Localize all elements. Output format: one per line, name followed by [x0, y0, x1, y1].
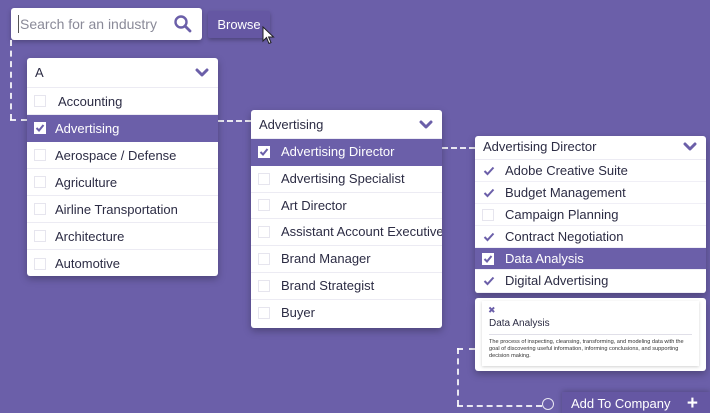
skill-item-campaign-planning[interactable]: Campaign Planning: [475, 204, 706, 227]
chevron-down-icon[interactable]: [195, 68, 209, 78]
connector-line: [457, 405, 542, 407]
role-item-label: Art Director: [281, 197, 347, 213]
role-item-advertising-specialist[interactable]: Advertising Specialist: [251, 166, 442, 193]
skill-item-data-analysis[interactable]: Data Analysis: [475, 248, 706, 271]
industry-item-label: Airline Transportation: [55, 202, 178, 217]
role-item-assistant-account-executive[interactable]: Assistant Account Executive: [251, 219, 442, 247]
checkbox[interactable]: [482, 208, 494, 221]
industry-item-agriculture[interactable]: Agriculture: [27, 169, 218, 196]
role-item-label: Advertising Specialist: [281, 170, 405, 186]
chevron-down-icon[interactable]: [683, 142, 697, 152]
industry-item-label: Architecture: [55, 229, 125, 244]
checkbox[interactable]: [34, 149, 46, 161]
divider: [489, 334, 692, 335]
role-dropdown-header[interactable]: Advertising: [251, 110, 442, 139]
role-item-label: Buyer: [281, 304, 315, 320]
skill-item-adobe-creative-suite[interactable]: Adobe Creative Suite: [475, 160, 706, 183]
browse-button[interactable]: Browse: [208, 11, 270, 38]
skill-dropdown: Advertising Director Adobe Creative Suit…: [475, 136, 706, 293]
skill-detail-title: Data Analysis: [489, 318, 550, 329]
checkbox[interactable]: [34, 95, 46, 107]
skill-item-label: Contract Negotiation: [505, 229, 624, 245]
skill-item-label: Data Analysis: [505, 251, 584, 267]
checkmark-icon[interactable]: [483, 166, 495, 176]
skill-dropdown-header[interactable]: Advertising Director: [475, 136, 706, 160]
checkbox[interactable]: [34, 122, 46, 134]
skill-item-digital-advertising[interactable]: Digital Advertising: [475, 270, 706, 293]
role-item-brand-strategist[interactable]: Brand Strategist: [251, 273, 442, 300]
checkmark-icon: [259, 148, 269, 156]
skill-item-contract-negotiation[interactable]: Contract Negotiation: [475, 226, 706, 249]
checkbox[interactable]: [258, 307, 270, 320]
add-to-company-label: Add To Company: [571, 396, 671, 411]
skill-item-label: Adobe Creative Suite: [505, 163, 628, 178]
role-dropdown: Advertising Advertising Director Adverti…: [251, 110, 442, 328]
checkmark-icon[interactable]: [483, 188, 495, 198]
connector-line: [10, 40, 12, 120]
checkmark-icon[interactable]: [483, 276, 495, 286]
industry-dropdown-header[interactable]: A: [27, 58, 218, 88]
skill-item-budget-management[interactable]: Budget Management: [475, 182, 706, 205]
checkbox[interactable]: [482, 252, 494, 265]
chevron-down-icon[interactable]: [419, 120, 433, 130]
connector-line: [457, 348, 475, 350]
checkbox[interactable]: [34, 203, 46, 215]
checkbox[interactable]: [258, 145, 270, 158]
checkmark-icon: [35, 124, 45, 132]
add-to-company-button[interactable]: Add To Company +: [562, 392, 710, 413]
role-dropdown-title: Advertising: [259, 117, 324, 132]
mouse-cursor-icon: [262, 26, 275, 45]
skill-detail-description: The process of inspecting, cleansing, tr…: [489, 339, 684, 359]
checkbox[interactable]: [258, 279, 270, 292]
checkbox[interactable]: [258, 199, 270, 212]
role-item-art-director[interactable]: Art Director: [251, 193, 442, 220]
industry-item-accounting[interactable]: Accounting: [27, 88, 218, 115]
industry-item-label: Aerospace / Defense: [55, 148, 177, 163]
skill-detail-card: ✖ Data Analysis The process of inspectin…: [475, 298, 706, 371]
checkbox[interactable]: [258, 172, 270, 185]
plus-icon: +: [686, 393, 698, 413]
checkbox[interactable]: [258, 226, 270, 239]
checkbox[interactable]: [34, 176, 46, 188]
search-input[interactable]: [20, 14, 170, 34]
role-item-label: Brand Strategist: [281, 277, 375, 293]
search-icon[interactable]: [173, 14, 193, 34]
checkbox[interactable]: [34, 257, 46, 270]
industry-letter-label: A: [35, 65, 44, 80]
connector-line: [457, 348, 459, 406]
connector-line: [442, 147, 475, 149]
role-item-label: Brand Manager: [281, 251, 371, 267]
skill-dropdown-title: Advertising Director: [483, 139, 597, 154]
industry-search[interactable]: [11, 8, 202, 40]
checkbox[interactable]: [34, 230, 46, 242]
connector-line: [10, 119, 27, 121]
industry-item-advertising[interactable]: Advertising: [27, 115, 218, 142]
skill-detail-inner: ✖ Data Analysis The process of inspectin…: [482, 301, 699, 366]
industry-item-architecture[interactable]: Architecture: [27, 223, 218, 250]
industry-item-automotive[interactable]: Automotive: [27, 250, 218, 276]
industry-item-label: Agriculture: [55, 175, 118, 190]
checkmark-icon: [483, 255, 493, 263]
industry-item-label: Advertising: [55, 121, 120, 136]
skill-item-label: Campaign Planning: [505, 207, 619, 223]
industry-item-label: Accounting: [58, 94, 123, 109]
industry-dropdown: A Accounting Advertising Aerospace / Def…: [27, 58, 218, 276]
industry-item-aerospace[interactable]: Aerospace / Defense: [27, 142, 218, 169]
role-item-buyer[interactable]: Buyer: [251, 300, 442, 327]
checkbox[interactable]: [258, 253, 270, 266]
skill-item-label: Budget Management: [505, 185, 626, 201]
connector-line: [218, 120, 251, 122]
industry-item-label: Automotive: [55, 256, 121, 271]
checkmark-icon[interactable]: [483, 232, 495, 242]
connector-node-icon: [542, 398, 554, 410]
industry-item-airline[interactable]: Airline Transportation: [27, 196, 218, 223]
role-item-label: Assistant Account Executive: [281, 224, 442, 240]
role-item-brand-manager[interactable]: Brand Manager: [251, 246, 442, 273]
text-caret: [18, 15, 19, 33]
close-icon[interactable]: ✖: [488, 305, 496, 315]
role-item-advertising-director[interactable]: Advertising Director: [251, 139, 442, 166]
skill-item-label: Digital Advertising: [505, 273, 609, 289]
role-item-label: Advertising Director: [281, 144, 395, 159]
